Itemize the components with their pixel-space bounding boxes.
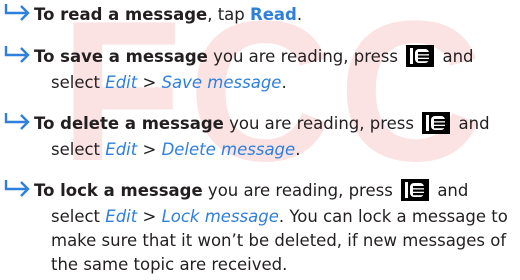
- arrow-right-icon: [4, 4, 30, 21]
- arrow-right-icon: [4, 46, 30, 63]
- arrow-right-icon: [4, 180, 30, 197]
- edit-menu-link[interactable]: Edit: [105, 140, 137, 159]
- read-link[interactable]: Read: [250, 5, 297, 24]
- delete-message-link[interactable]: Delete message: [162, 140, 296, 159]
- instruction-line: select Edit > Delete message.: [51, 140, 301, 159]
- menu-key-icon: [422, 112, 451, 134]
- menu-key-icon: [401, 179, 430, 201]
- edit-menu-link[interactable]: Edit: [105, 73, 137, 92]
- menu-key-icon: [406, 45, 435, 67]
- save-message-link[interactable]: Save message: [162, 73, 282, 92]
- arrow-right-icon: [4, 113, 30, 130]
- instruction-line: To read a message, tap Read.: [34, 5, 303, 24]
- instruction-line: the same topic are received.: [51, 255, 288, 274]
- lock-message-link[interactable]: Lock message: [162, 207, 279, 226]
- instruction-line: select Edit > Save message.: [51, 73, 287, 92]
- edit-menu-link[interactable]: Edit: [105, 207, 137, 226]
